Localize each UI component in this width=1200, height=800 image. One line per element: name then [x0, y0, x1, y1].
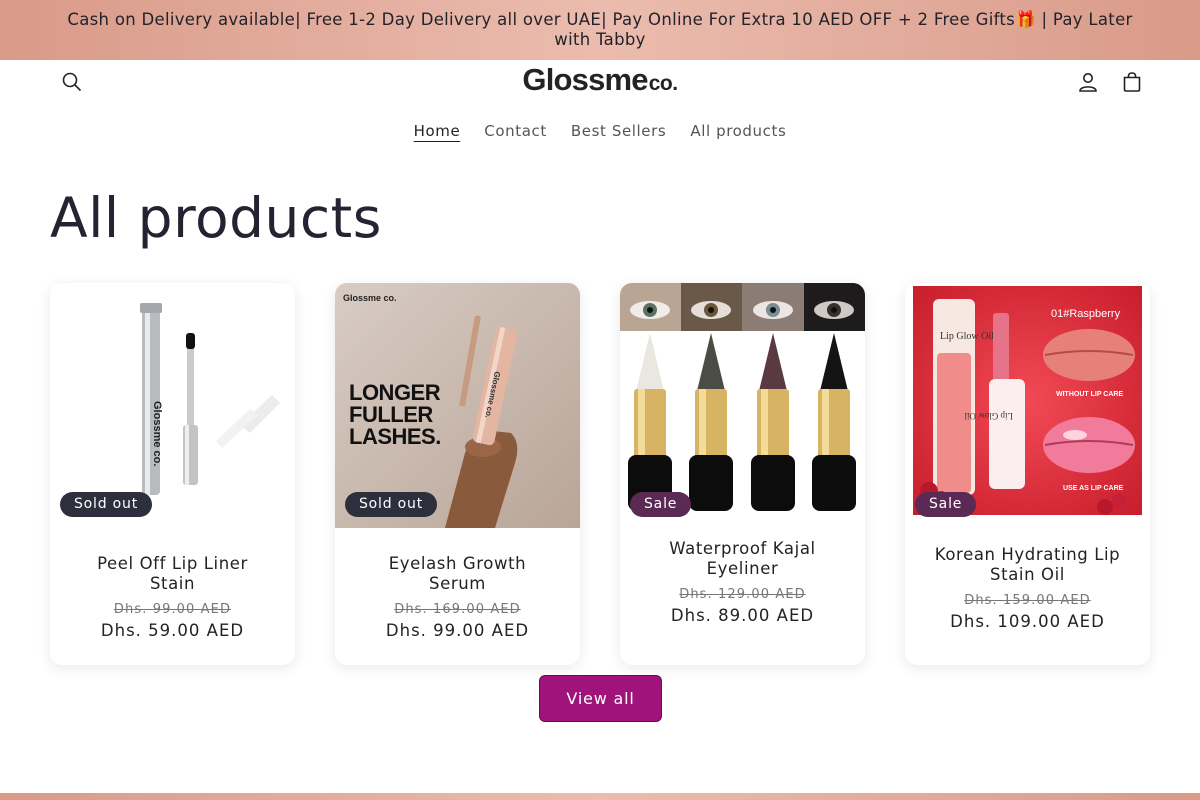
product-old-price: Dhs. 99.00 AED — [113, 602, 232, 617]
product-image: Lip Glow Oil Lip Glow Oil 01#Raspberry W… — [905, 283, 1150, 528]
product-image: Glossme co. LONGER FULLER LASHES. Glossm… — [335, 283, 580, 528]
shade-text: 01#Raspberry — [1051, 308, 1121, 320]
announcement-bar: Cash on Delivery available| Free 1-2 Day… — [0, 0, 1200, 60]
product-name[interactable]: Peel Off Lip Liner Stain — [50, 554, 295, 594]
product-price: Dhs. 109.00 AED — [950, 612, 1105, 631]
product-info: Korean Hydrating Lip Stain Oil Dhs. 159.… — [905, 545, 1150, 631]
cart-button[interactable] — [1114, 64, 1150, 100]
product-info: Waterproof Kajal Eyeliner Dhs. 129.00 AE… — [620, 539, 865, 625]
product-info: Eyelash Growth Serum Dhs. 169.00 AED Dhs… — [335, 554, 580, 640]
nav-home[interactable]: Home — [414, 122, 461, 140]
product-price: Dhs. 59.00 AED — [100, 621, 245, 640]
sold-out-badge: Sold out — [60, 492, 153, 517]
view-all-button[interactable]: View all — [539, 675, 662, 722]
sold-out-badge: Sold out — [345, 492, 438, 517]
site-logo[interactable]: Glossmeco. — [0, 62, 1200, 98]
product-price: Dhs. 89.00 AED — [670, 606, 815, 625]
cart-icon — [1123, 72, 1141, 92]
nav-contact[interactable]: Contact — [484, 122, 547, 140]
nav-all-products[interactable]: All products — [690, 122, 786, 140]
product-image: Sale — [620, 283, 865, 528]
product-price: Dhs. 99.00 AED — [385, 621, 530, 640]
tube-brand-text: Glossme co. — [151, 401, 163, 466]
logo-sub: co. — [648, 72, 678, 95]
product-card-lip-liner[interactable]: Glossme co. Sold out Peel Off Lip Liner … — [50, 283, 295, 665]
brand-text: Glossme co. — [343, 293, 397, 303]
account-button[interactable] — [1070, 64, 1106, 100]
product-card-lip-stain-oil[interactable]: Lip Glow Oil Lip Glow Oil 01#Raspberry W… — [905, 283, 1150, 665]
footer-band — [0, 793, 1200, 800]
product-label-text: Lip Glow Oil — [940, 331, 994, 342]
product-name[interactable]: Korean Hydrating Lip Stain Oil — [905, 545, 1150, 585]
with-lipcare-text: USE AS LIP CARE — [1063, 485, 1124, 492]
announcement-text: Cash on Delivery available| Free 1-2 Day… — [67, 10, 1133, 49]
product-name[interactable]: Waterproof Kajal Eyeliner — [620, 539, 865, 579]
product-info: Peel Off Lip Liner Stain Dhs. 99.00 AED … — [50, 554, 295, 640]
nav-best-sellers[interactable]: Best Sellers — [571, 122, 666, 140]
ad-line-3: LASHES. — [349, 424, 441, 449]
product-label-text-flipped: Lip Glow Oil — [964, 411, 1013, 421]
product-old-price: Dhs. 159.00 AED — [964, 593, 1091, 608]
sale-badge: Sale — [630, 492, 692, 517]
site-header: Glossmeco. — [0, 60, 1200, 104]
sale-badge: Sale — [915, 492, 977, 517]
product-name[interactable]: Eyelash Growth Serum — [335, 554, 580, 594]
main-nav: Home Contact Best Sellers All products — [0, 122, 1200, 140]
product-image: Glossme co. Sold out — [50, 283, 295, 528]
page-title: All products — [50, 186, 382, 250]
product-old-price: Dhs. 129.00 AED — [679, 587, 806, 602]
product-old-price: Dhs. 169.00 AED — [394, 602, 521, 617]
logo-main: Glossme — [522, 62, 648, 97]
without-lipcare-text: WITHOUT LIP CARE — [1056, 391, 1123, 398]
product-card-eyelash-serum[interactable]: Glossme co. LONGER FULLER LASHES. Glossm… — [335, 283, 580, 665]
product-card-kajal-eyeliner[interactable]: Sale Waterproof Kajal Eyeliner Dhs. 129.… — [620, 283, 865, 665]
account-icon — [1079, 73, 1097, 92]
